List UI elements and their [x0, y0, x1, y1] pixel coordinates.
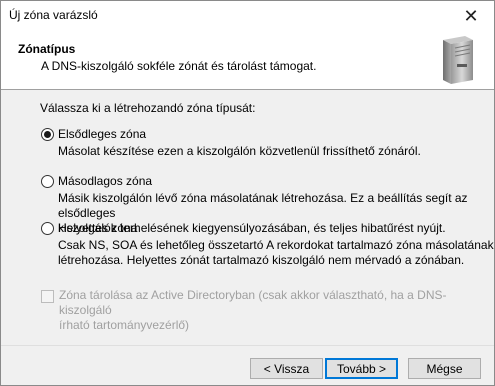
footer-divider [1, 345, 494, 346]
store-in-ad-checkbox[interactable]: Zóna tárolása az Active Directoryban (cs… [41, 288, 479, 333]
radio-button[interactable] [41, 174, 54, 188]
radio-label[interactable]: Elsődleges zóna [58, 127, 146, 141]
radio-button[interactable] [41, 127, 54, 141]
primary-zone-description: Másolat készítése ezen a kiszolgálón köz… [58, 144, 421, 159]
page-subtitle: A DNS-kiszolgáló sokféle zónát és tárolá… [41, 59, 317, 73]
checkbox-box[interactable] [41, 290, 54, 303]
radio-label[interactable]: Másodlagos zóna [58, 174, 152, 188]
new-zone-wizard-window: Új zóna varázsló ✕ Zónatípus A DNS-kiszo… [0, 0, 495, 386]
radio-primary-zone[interactable]: Elsődleges zóna [41, 127, 146, 141]
wizard-header: Zónatípus A DNS-kiszolgáló sokféle zónát… [1, 31, 494, 90]
description-line: Másik kiszolgálón lévő zóna másolatának … [58, 191, 468, 220]
zone-type-prompt: Válassza ki a létrehozandó zóna típusát: [40, 101, 256, 115]
checkbox-label: Zóna tárolása az Active Directoryban (cs… [59, 288, 479, 333]
radio-secondary-zone[interactable]: Másodlagos zóna [41, 174, 152, 188]
next-button[interactable]: Tovább > [325, 358, 398, 379]
wizard-content: Válassza ki a létrehozandó zóna típusát:… [1, 90, 494, 345]
stub-zone-description: Csak NS, SOA és lehetőleg összetartó A r… [58, 238, 494, 268]
radio-button[interactable] [41, 221, 54, 235]
back-button[interactable]: < Vissza [250, 358, 323, 379]
cancel-button[interactable]: Mégse [408, 358, 481, 379]
description-line: létrehozása. Helyettes zónát tartalmazó … [58, 253, 465, 267]
server-icon [443, 36, 473, 84]
radio-label[interactable]: Helyettes zóna [58, 221, 137, 235]
description-line: Csak NS, SOA és lehetőleg összetartó A r… [58, 238, 494, 252]
window-title: Új zóna varázsló [9, 8, 98, 22]
page-title: Zónatípus [18, 42, 76, 56]
checkbox-label-line: Zóna tárolása az Active Directoryban (cs… [59, 288, 447, 317]
title-bar: Új zóna varázsló ✕ [1, 1, 494, 31]
close-icon[interactable]: ✕ [448, 1, 494, 31]
radio-stub-zone[interactable]: Helyettes zóna [41, 221, 137, 235]
checkbox-label-line: írható tartományvezérlő) [59, 318, 190, 332]
description-line: Másolat készítése ezen a kiszolgálón köz… [58, 144, 421, 158]
